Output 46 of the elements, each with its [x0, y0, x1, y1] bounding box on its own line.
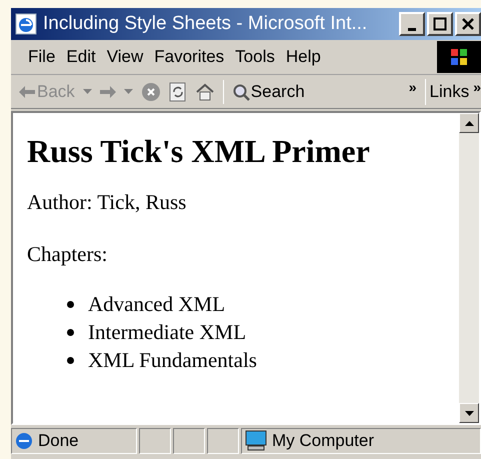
- browser-logo-icon: [15, 13, 37, 35]
- chapter-item: Advanced XML: [88, 291, 226, 318]
- menu-item[interactable]: Edit: [61, 44, 101, 70]
- bullet-icon: [67, 328, 74, 336]
- chapter-item: XML Fundamentals: [88, 347, 257, 374]
- status-panel: [139, 428, 171, 454]
- scroll-down-button[interactable]: [459, 403, 479, 423]
- status-text: Done: [38, 430, 79, 452]
- menu-item[interactable]: View: [102, 44, 148, 70]
- down-arrow-icon: [464, 410, 474, 416]
- menu-item[interactable]: Help: [280, 44, 326, 70]
- dropdown-icon[interactable]: [82, 88, 92, 94]
- minimize-button[interactable]: [399, 12, 425, 36]
- home-icon[interactable]: [194, 82, 215, 100]
- links-chevron[interactable]: »: [473, 77, 481, 98]
- author-line: Author: Tick, Russ: [27, 189, 188, 216]
- stop-icon[interactable]: [140, 82, 161, 102]
- menu-item[interactable]: Favorites: [149, 44, 230, 70]
- refresh-icon[interactable]: [168, 82, 187, 102]
- menu-item[interactable]: Tools: [230, 44, 280, 70]
- links-button[interactable]: Links: [430, 78, 470, 104]
- status-panel: [207, 428, 239, 454]
- toolbar-chevron[interactable]: »: [408, 77, 417, 98]
- page-heading: Russ Tick's XML Primer: [27, 135, 371, 167]
- window-title: Including Style Sheets - Microsoft Int...: [43, 12, 368, 36]
- maximize-button[interactable]: [427, 12, 453, 36]
- zone-text: My Computer: [272, 430, 374, 452]
- minimize-icon: [408, 28, 416, 31]
- up-arrow-icon: [464, 120, 474, 126]
- windows-flag-icon: [450, 48, 468, 66]
- status-panel: [173, 428, 205, 454]
- chapter-item: Intermediate XML: [88, 319, 246, 346]
- close-button[interactable]: [455, 12, 481, 36]
- maximize-icon: [433, 17, 447, 31]
- bullet-icon: [67, 300, 74, 308]
- scroll-up-button[interactable]: [459, 113, 479, 133]
- chapters-label: Chapters:: [27, 240, 108, 268]
- computer-icon: [244, 430, 268, 452]
- search-button[interactable]: Search: [232, 78, 305, 104]
- close-icon: [461, 17, 475, 31]
- page-icon: [14, 431, 34, 451]
- back-arrow-icon: [19, 86, 35, 98]
- dropdown-icon[interactable]: [124, 88, 133, 94]
- search-icon: [232, 82, 250, 100]
- bullet-icon: [67, 356, 74, 364]
- menu-item[interactable]: File: [23, 44, 60, 70]
